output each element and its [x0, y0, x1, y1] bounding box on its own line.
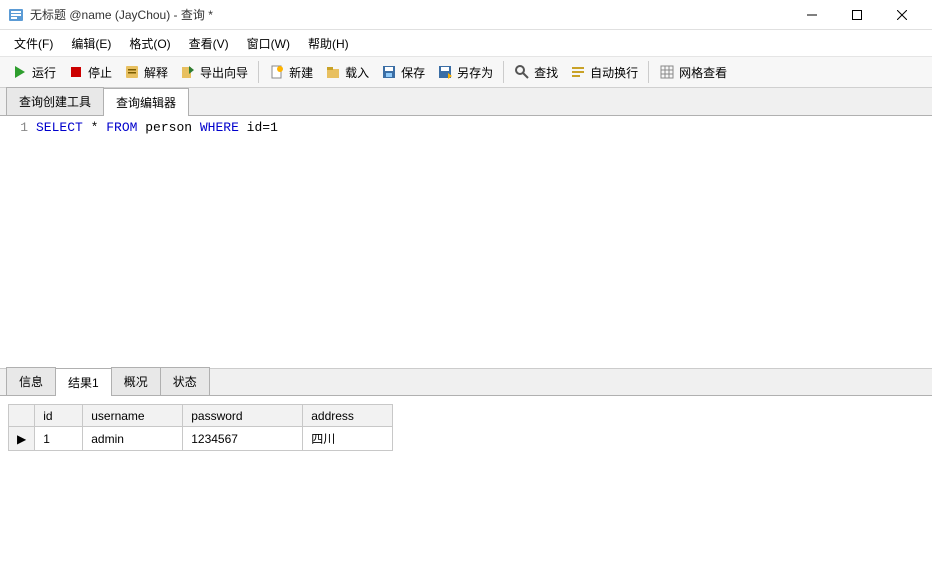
- header-row: id username password address: [9, 405, 393, 427]
- col-address[interactable]: address: [303, 405, 393, 427]
- wrap-label: 自动换行: [590, 64, 638, 81]
- search-icon: [514, 64, 530, 80]
- save-as-button[interactable]: 另存为: [431, 61, 499, 84]
- result-grid[interactable]: id username password address ▶ 1 admin 1…: [8, 404, 393, 451]
- menu-view[interactable]: 查看(V): [181, 32, 237, 55]
- load-button[interactable]: 载入: [319, 61, 375, 84]
- window-title: 无标题 @name (JayChou) - 查询 *: [30, 6, 789, 23]
- run-button[interactable]: 运行: [6, 61, 62, 84]
- toolbar: 运行 停止 解释 导出向导 新建 载入 保存 另存为 查找 自动换行 网格查看: [0, 56, 932, 88]
- find-button[interactable]: 查找: [508, 61, 564, 84]
- new-button[interactable]: 新建: [263, 61, 319, 84]
- sql-editor[interactable]: 1 SELECT * FROM person WHERE id=1: [0, 116, 932, 368]
- kw-select: SELECT: [36, 120, 83, 135]
- grid-label: 网格查看: [679, 64, 727, 81]
- cell-username[interactable]: admin: [83, 427, 183, 451]
- menubar: 文件(F) 编辑(E) 格式(O) 查看(V) 窗口(W) 帮助(H): [0, 30, 932, 56]
- minimize-button[interactable]: [789, 1, 834, 29]
- new-label: 新建: [289, 64, 313, 81]
- tab-query-editor[interactable]: 查询编辑器: [103, 88, 189, 116]
- result-grid-wrap: id username password address ▶ 1 admin 1…: [0, 396, 932, 556]
- explain-label: 解释: [144, 64, 168, 81]
- toolbar-separator: [648, 61, 649, 83]
- stop-icon: [68, 64, 84, 80]
- grid-icon: [659, 64, 675, 80]
- export-label: 导出向导: [200, 64, 248, 81]
- sql-table: person: [137, 120, 199, 135]
- toolbar-separator: [503, 61, 504, 83]
- play-icon: [12, 64, 28, 80]
- find-label: 查找: [534, 64, 558, 81]
- tab-query-builder[interactable]: 查询创建工具: [6, 87, 104, 115]
- tab-status[interactable]: 状态: [160, 367, 210, 395]
- line-gutter: 1: [0, 116, 36, 368]
- titlebar: 无标题 @name (JayChou) - 查询 *: [0, 0, 932, 30]
- stop-label: 停止: [88, 64, 112, 81]
- row-marker: ▶: [9, 427, 35, 451]
- sql-condition: id=1: [239, 120, 278, 135]
- menu-format[interactable]: 格式(O): [121, 32, 178, 55]
- explain-icon: [124, 64, 140, 80]
- save-as-icon: [437, 64, 453, 80]
- explain-button[interactable]: 解释: [118, 61, 174, 84]
- word-wrap-button[interactable]: 自动换行: [564, 61, 644, 84]
- export-icon: [180, 64, 196, 80]
- stop-button[interactable]: 停止: [62, 61, 118, 84]
- col-username[interactable]: username: [83, 405, 183, 427]
- menu-file[interactable]: 文件(F): [6, 32, 61, 55]
- menu-help[interactable]: 帮助(H): [300, 32, 357, 55]
- tab-profile[interactable]: 概况: [111, 367, 161, 395]
- kw-from: FROM: [106, 120, 137, 135]
- export-wizard-button[interactable]: 导出向导: [174, 61, 254, 84]
- new-icon: [269, 64, 285, 80]
- code-area[interactable]: SELECT * FROM person WHERE id=1: [36, 116, 932, 368]
- result-tabs: 信息 结果1 概况 状态: [0, 368, 932, 396]
- toolbar-separator: [258, 61, 259, 83]
- sql-star: *: [83, 120, 106, 135]
- save-button[interactable]: 保存: [375, 61, 431, 84]
- tab-result1[interactable]: 结果1: [55, 368, 112, 396]
- cell-id[interactable]: 1: [35, 427, 83, 451]
- load-icon: [325, 64, 341, 80]
- save-label: 保存: [401, 64, 425, 81]
- maximize-button[interactable]: [834, 1, 879, 29]
- menu-window[interactable]: 窗口(W): [239, 32, 298, 55]
- tab-messages[interactable]: 信息: [6, 367, 56, 395]
- kw-where: WHERE: [200, 120, 239, 135]
- app-icon: [8, 7, 24, 23]
- grid-view-button[interactable]: 网格查看: [653, 61, 733, 84]
- col-password[interactable]: password: [183, 405, 303, 427]
- save-as-label: 另存为: [457, 64, 493, 81]
- menu-edit[interactable]: 编辑(E): [63, 32, 119, 55]
- cell-password[interactable]: 1234567: [183, 427, 303, 451]
- save-icon: [381, 64, 397, 80]
- load-label: 载入: [345, 64, 369, 81]
- cell-address[interactable]: 四川: [303, 427, 393, 451]
- query-tabs: 查询创建工具 查询编辑器: [0, 88, 932, 116]
- run-label: 运行: [32, 64, 56, 81]
- table-row[interactable]: ▶ 1 admin 1234567 四川: [9, 427, 393, 451]
- line-number: 1: [20, 120, 28, 135]
- close-button[interactable]: [879, 1, 924, 29]
- col-id[interactable]: id: [35, 405, 83, 427]
- window-controls: [789, 1, 924, 29]
- wrap-icon: [570, 64, 586, 80]
- rowheader-corner: [9, 405, 35, 427]
